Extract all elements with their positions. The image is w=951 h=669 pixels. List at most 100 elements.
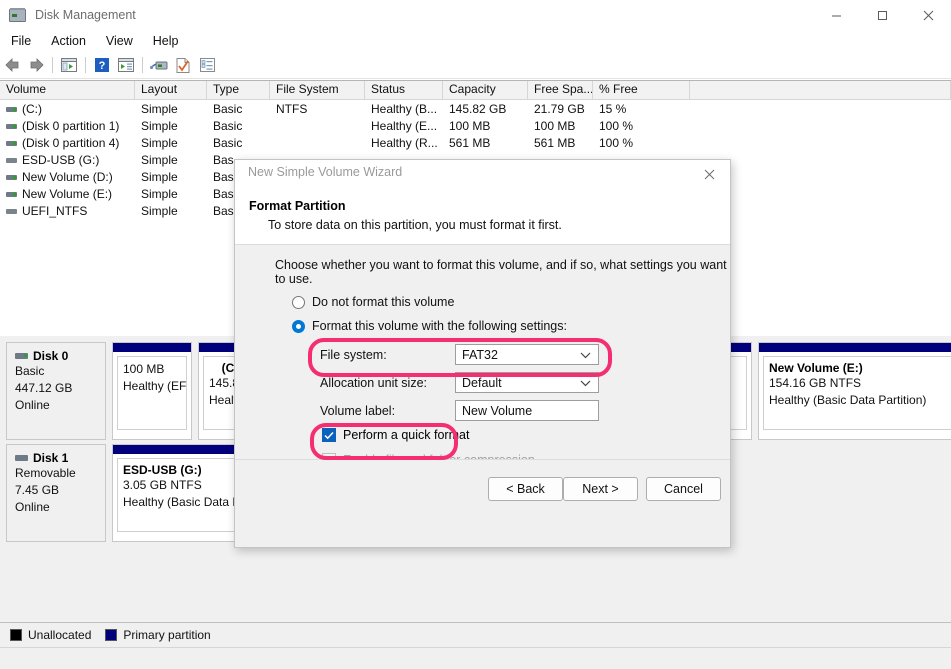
dialog-close-button[interactable] bbox=[688, 160, 730, 188]
legend-item-primary-partition: Primary partition bbox=[105, 628, 210, 642]
new-simple-volume-wizard-dialog: New Simple Volume Wizard Format Partitio… bbox=[234, 159, 731, 548]
volume-name: (Disk 0 partition 1) bbox=[22, 119, 119, 133]
partition-status: Healthy (Basic Data Partition) bbox=[769, 392, 951, 409]
disk-management-window: Disk Management File Action View Help bbox=[0, 0, 951, 669]
table-row[interactable]: (C:)SimpleBasicNTFSHealthy (B...145.82 G… bbox=[0, 100, 951, 117]
cell-volume: (Disk 0 partition 4) bbox=[0, 136, 135, 150]
checkbox-perform-quick-format[interactable]: Perform a quick format bbox=[322, 428, 469, 442]
cell-layout: Simple bbox=[135, 153, 207, 167]
toolbar-separator bbox=[142, 57, 143, 73]
menu-item-action[interactable]: Action bbox=[42, 32, 95, 50]
dialog-intro-text: Choose whether you want to format this v… bbox=[275, 258, 730, 286]
volume-name: ESD-USB (G:) bbox=[22, 153, 99, 167]
cell-percent_free: 100 % bbox=[593, 119, 690, 133]
disk-info-0[interactable]: Disk 0 Basic 447.12 GB Online bbox=[6, 342, 106, 440]
menu-item-view[interactable]: View bbox=[97, 32, 142, 50]
column-header-type[interactable]: Type bbox=[207, 81, 270, 99]
show-action-pane-icon[interactable] bbox=[114, 54, 138, 76]
close-button[interactable] bbox=[905, 0, 951, 30]
disk-info-1[interactable]: Disk 1 Removable 7.45 GB Online bbox=[6, 444, 106, 542]
toolbar-separator bbox=[52, 57, 53, 73]
svg-text:?: ? bbox=[99, 60, 106, 72]
allocation-unit-size-value: Default bbox=[462, 376, 502, 390]
checkbox-label: Perform a quick format bbox=[343, 428, 469, 442]
column-header-blank[interactable] bbox=[690, 81, 951, 99]
cell-layout: Simple bbox=[135, 187, 207, 201]
disk-size-1: 7.45 GB bbox=[15, 482, 105, 499]
cell-percent_free: 100 % bbox=[593, 136, 690, 150]
disk-kind-1: Removable bbox=[15, 465, 105, 482]
cell-layout: Simple bbox=[135, 119, 207, 133]
menu-item-file[interactable]: File bbox=[2, 32, 40, 50]
minimize-button[interactable] bbox=[813, 0, 859, 30]
cell-layout: Simple bbox=[135, 136, 207, 150]
rescan-disks-icon[interactable] bbox=[147, 54, 171, 76]
show-hide-console-tree-icon[interactable] bbox=[57, 54, 81, 76]
list-view-icon[interactable] bbox=[195, 54, 219, 76]
radio-do-not-format[interactable]: Do not format this volume bbox=[292, 295, 454, 309]
cell-type: Basic bbox=[207, 136, 270, 150]
disk-management-icon bbox=[9, 7, 26, 23]
help-icon[interactable]: ? bbox=[90, 54, 114, 76]
volume-name: New Volume (E:) bbox=[22, 187, 112, 201]
column-header-capacity[interactable]: Capacity bbox=[443, 81, 528, 99]
partition-color-bar bbox=[759, 343, 951, 352]
back-arrow-icon[interactable] bbox=[0, 54, 24, 76]
cell-capacity: 145.82 GB bbox=[443, 102, 528, 116]
column-header-layout[interactable]: Layout bbox=[135, 81, 207, 99]
dialog-title: New Simple Volume Wizard bbox=[248, 165, 402, 179]
cell-capacity: 100 MB bbox=[443, 119, 528, 133]
volume-label-input[interactable]: New Volume bbox=[455, 400, 599, 421]
legend-label: Primary partition bbox=[123, 628, 210, 642]
cancel-button[interactable]: Cancel bbox=[646, 477, 721, 501]
status-bar bbox=[0, 647, 951, 669]
cell-free_space: 21.79 GB bbox=[528, 102, 593, 116]
properties-icon[interactable] bbox=[171, 54, 195, 76]
disk-name-0: Disk 0 bbox=[15, 349, 105, 363]
cell-layout: Simple bbox=[135, 204, 207, 218]
partition-legend: Unallocated Primary partition bbox=[0, 622, 951, 647]
field-file-system: File system: FAT32 bbox=[320, 344, 599, 365]
table-row[interactable]: (Disk 0 partition 4)SimpleBasicHealthy (… bbox=[0, 134, 951, 151]
back-button[interactable]: < Back bbox=[488, 477, 563, 501]
file-system-combobox[interactable]: FAT32 bbox=[455, 344, 599, 365]
disk-state-1: Online bbox=[15, 499, 105, 516]
cell-type: Basic bbox=[207, 102, 270, 116]
radio-icon-off bbox=[292, 296, 305, 309]
partition-size: 100 MB bbox=[123, 361, 181, 378]
table-row[interactable]: (Disk 0 partition 1)SimpleBasicHealthy (… bbox=[0, 117, 951, 134]
field-volume-label: Volume label: New Volume bbox=[320, 400, 599, 421]
dialog-body: Choose whether you want to format this v… bbox=[235, 246, 730, 459]
column-header-free[interactable]: % Free bbox=[593, 81, 690, 99]
maximize-button[interactable] bbox=[859, 0, 905, 30]
column-header-free-spa[interactable]: Free Spa... bbox=[528, 81, 593, 99]
cell-volume: (Disk 0 partition 1) bbox=[0, 119, 135, 133]
partition-title: New Volume (E:) bbox=[769, 361, 951, 375]
dialog-heading: Format Partition bbox=[249, 199, 346, 213]
volume-icon-green bbox=[6, 192, 17, 197]
field-label-allocation-unit-size: Allocation unit size: bbox=[320, 376, 455, 390]
radio-format-with-settings[interactable]: Format this volume with the following se… bbox=[292, 319, 567, 333]
disk-kind-0: Basic bbox=[15, 363, 105, 380]
partition-efi[interactable]: 100 MB Healthy (EFI bbox=[112, 342, 192, 440]
dialog-subheading: To store data on this partition, you mus… bbox=[268, 218, 562, 232]
volume-icon-green bbox=[6, 124, 17, 129]
volume-name: (Disk 0 partition 4) bbox=[22, 136, 119, 150]
column-header-file-system[interactable]: File System bbox=[270, 81, 365, 99]
next-button[interactable]: Next > bbox=[563, 477, 638, 501]
legend-item-unallocated: Unallocated bbox=[10, 628, 91, 642]
volume-name: UEFI_NTFS bbox=[22, 204, 87, 218]
column-header-status[interactable]: Status bbox=[365, 81, 443, 99]
title-bar: Disk Management bbox=[0, 0, 951, 30]
allocation-unit-size-combobox[interactable]: Default bbox=[455, 372, 599, 393]
field-label-file-system: File system: bbox=[320, 348, 455, 362]
partition-e[interactable]: New Volume (E:) 154.16 GB NTFS Healthy (… bbox=[758, 342, 951, 440]
volume-icon-plain bbox=[6, 158, 17, 163]
menu-bar: File Action View Help bbox=[0, 30, 951, 52]
menu-item-help[interactable]: Help bbox=[144, 32, 188, 50]
volume-icon-green bbox=[6, 141, 17, 146]
dialog-footer: < Back Next > Cancel bbox=[235, 459, 730, 547]
disk-name-1: Disk 1 bbox=[15, 451, 105, 465]
forward-arrow-icon[interactable] bbox=[24, 54, 48, 76]
column-header-volume[interactable]: Volume bbox=[0, 81, 135, 99]
